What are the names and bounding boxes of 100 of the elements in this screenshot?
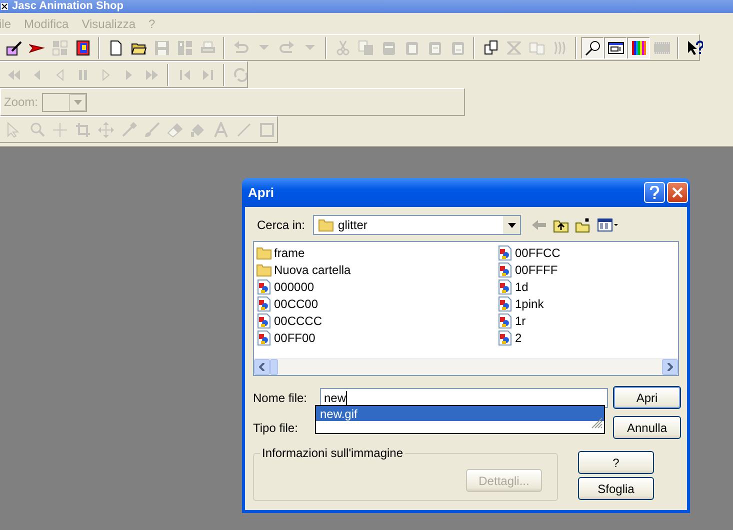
clipboard-icon (404, 40, 420, 56)
horizontal-scrollbar[interactable] (254, 358, 678, 375)
back-button[interactable] (531, 217, 548, 233)
loop-icon (232, 66, 248, 82)
scrollbar-thumb[interactable] (270, 359, 278, 375)
autocomplete-option[interactable]: new.gif (316, 406, 604, 421)
look-in-dropdown[interactable]: glitter (313, 215, 522, 235)
image-file-icon (497, 262, 513, 278)
back-icon (531, 217, 548, 233)
line-icon (236, 122, 252, 138)
crop-icon (74, 122, 90, 138)
color-bars-icon (630, 40, 646, 56)
image-file-icon (497, 244, 513, 260)
grid-icon (52, 40, 68, 56)
clipboard-icon (450, 40, 466, 56)
file-item[interactable]: 1d (497, 278, 677, 295)
app-title: Jasc Animation Shop (12, 0, 124, 13)
page-icon (108, 40, 124, 56)
dialog-button[interactable]: Sfoglia (578, 477, 654, 500)
move-icon (98, 122, 114, 138)
image-file-icon (256, 296, 272, 312)
new-folder-icon (575, 217, 592, 233)
rectangle-icon (258, 122, 274, 138)
dialog-title: Apri (247, 185, 275, 200)
group-label: Informazioni sull'immagine (260, 446, 406, 460)
help-button[interactable] (644, 182, 665, 203)
file-item[interactable]: 00FFFF (497, 261, 677, 278)
folder-name: glitter (338, 218, 368, 232)
toolbar-button[interactable] (604, 36, 627, 58)
dropper-icon (120, 122, 136, 138)
pointer-icon (6, 122, 22, 138)
new-folder-button[interactable] (575, 217, 592, 233)
file-item[interactable]: Nuova cartella (256, 261, 497, 278)
copy-icon (358, 40, 374, 56)
file-item[interactable]: 1pink (497, 295, 677, 312)
question-mark-icon (649, 186, 660, 199)
zoom-dropdown[interactable] (42, 92, 88, 112)
zoom-label: Zoom: (4, 95, 38, 109)
dialog-button[interactable]: Annulla (613, 416, 681, 439)
eraser-icon (166, 122, 182, 138)
crosshair-icon (52, 122, 68, 138)
film-icon (654, 40, 670, 56)
scroll-right-button[interactable] (662, 359, 678, 375)
dialog-button[interactable]: Apri (613, 386, 681, 409)
dropdown-arrow-icon (74, 100, 82, 104)
file-item[interactable]: 00CCCC (256, 312, 497, 329)
dropdown-arrow-icon (508, 222, 516, 228)
dialog-button[interactable]: ? (578, 451, 654, 474)
file-item[interactable]: 00FFCC (497, 244, 677, 261)
cross-icon (506, 40, 522, 56)
file-item[interactable]: 000000 (256, 278, 497, 295)
window-icon (608, 40, 624, 56)
clipboard-icon (426, 40, 442, 56)
undo-icon (232, 40, 248, 56)
scroll-left-button[interactable] (254, 359, 270, 375)
book-icon (74, 40, 90, 56)
brush-icon (144, 122, 160, 138)
view-menu-button[interactable] (597, 217, 620, 233)
folder-icon (256, 244, 272, 260)
text-tool-icon (212, 122, 228, 138)
folder-icon (256, 262, 272, 278)
image-file-icon (497, 312, 513, 328)
image-file-icon (497, 296, 513, 312)
fill-bucket-icon (190, 122, 206, 138)
file-name-field[interactable]: new (320, 388, 608, 408)
toolbar-button[interactable] (627, 36, 650, 58)
close-button[interactable] (667, 182, 688, 203)
image-file-icon (497, 330, 513, 346)
app-icon (1, 3, 8, 10)
look-in-label: Cerca in: (257, 218, 306, 232)
file-item[interactable]: 00FF00 (256, 329, 497, 346)
file-item[interactable]: 1r (497, 312, 677, 329)
magnifier-icon (28, 122, 44, 138)
clipboard-icon (380, 40, 396, 56)
wand-icon (6, 40, 22, 56)
scissors-icon (334, 40, 350, 56)
folder-icon (318, 217, 334, 233)
file-item[interactable]: frame (256, 244, 497, 261)
image-file-icon (256, 312, 272, 328)
save-icon (154, 40, 170, 56)
file-type-label: Tipo file: (253, 420, 299, 434)
printer-icon (200, 40, 216, 56)
file-item[interactable]: 2 (497, 329, 677, 346)
resize-grip-icon (591, 417, 603, 429)
pages-icon (528, 40, 544, 56)
file-name-label: Nome file: (253, 390, 308, 404)
frames-icon (176, 40, 192, 56)
toolbar-button[interactable] (581, 36, 604, 58)
caret-icon (258, 45, 268, 50)
file-item[interactable]: 00CC00 (256, 295, 497, 312)
close-icon (672, 187, 683, 198)
waves-icon (552, 40, 568, 56)
help-icon (686, 40, 702, 56)
caret-icon (304, 45, 314, 50)
image-file-icon (497, 278, 513, 294)
pages-icon (482, 40, 498, 56)
magnifier-icon (584, 40, 600, 56)
redo-icon (278, 40, 294, 56)
image-file-icon (256, 278, 272, 294)
image-file-icon (256, 330, 272, 346)
